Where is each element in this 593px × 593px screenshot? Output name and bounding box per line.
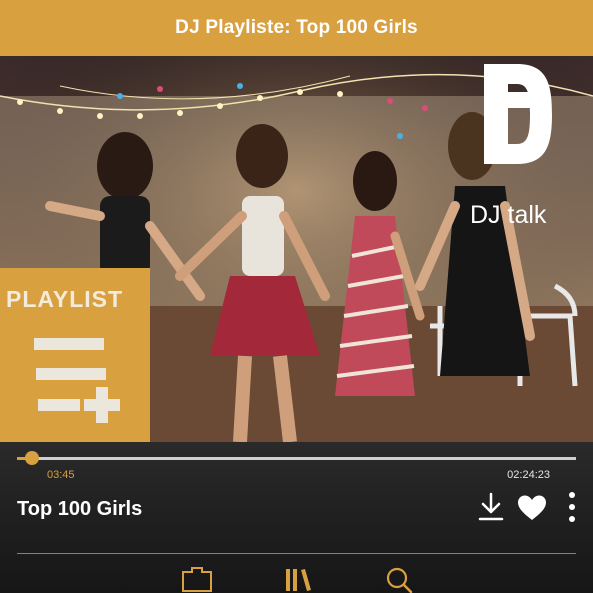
cover-artwork: DJ talk PLAYLIST [0, 56, 593, 442]
heart-icon[interactable] [517, 494, 547, 522]
page-title: DJ Playliste: Top 100 Girls [175, 17, 418, 38]
search-icon[interactable] [385, 566, 413, 593]
playlist-badge-label: PLAYLIST [6, 286, 124, 312]
player-panel: 03:45 02:24:23 Top 100 Girls [0, 442, 593, 593]
playlist-line-3 [38, 399, 80, 411]
elapsed-time: 03:45 [47, 469, 75, 481]
app-header: DJ Playliste: Top 100 Girls [0, 0, 593, 56]
progress-slider[interactable] [17, 451, 576, 465]
library-icon[interactable] [284, 566, 314, 593]
progress-knob[interactable] [24, 451, 39, 465]
total-time: 02:24:23 [507, 469, 550, 481]
more-vertical-icon[interactable] [565, 491, 579, 525]
folder-icon[interactable] [181, 566, 213, 593]
track-title: Top 100 Girls [17, 498, 143, 520]
playlist-line-2 [36, 368, 106, 380]
playlist-line-1 [34, 338, 104, 350]
playlist-badge: PLAYLIST [0, 268, 150, 442]
divider [17, 553, 576, 554]
brand-label: DJ talk [470, 201, 547, 229]
add-icon-vertical [96, 387, 108, 423]
download-icon[interactable] [477, 492, 505, 522]
